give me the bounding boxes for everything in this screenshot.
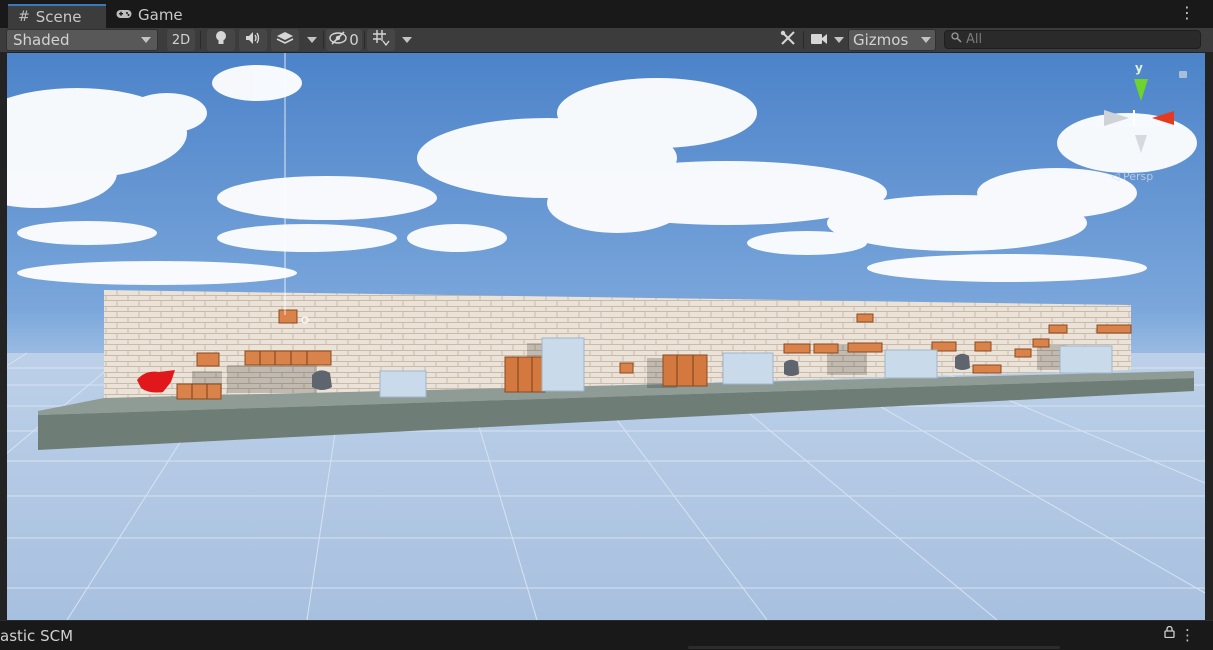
gamepad-icon (116, 7, 132, 23)
ice-block (541, 337, 585, 392)
lighting-toggle[interactable] (207, 29, 235, 51)
scene-viewport[interactable]: y ◁ Persp (7, 53, 1205, 620)
tab-game[interactable]: Game (112, 2, 202, 28)
tab-scene[interactable]: # Scene (8, 4, 106, 28)
separator (364, 31, 365, 49)
tab-menu-kebab-icon[interactable]: ⋮ (1179, 5, 1195, 21)
chevron-down-icon (921, 37, 931, 43)
crate (1096, 324, 1132, 334)
camera-settings-dropdown[interactable] (807, 29, 847, 51)
effects-dropdown[interactable] (302, 29, 322, 51)
crate (244, 350, 332, 366)
scene-visibility-toggle[interactable]: 0 (326, 29, 362, 51)
separator (323, 31, 324, 49)
shading-mode-dropdown[interactable]: Shaded (6, 29, 158, 51)
chevron-down-icon (141, 37, 151, 43)
grid-dropdown[interactable] (397, 29, 417, 51)
crate (504, 356, 546, 393)
hierarchy-search[interactable] (944, 30, 1201, 49)
right-panel-edge (1205, 53, 1213, 620)
audio-icon (245, 31, 261, 49)
effects-icon (276, 31, 294, 49)
tab-bar: # Scene Game ⋮ (0, 0, 1213, 29)
crate (1014, 348, 1032, 358)
chevron-down-icon (307, 37, 317, 43)
tab-scene-label: Scene (35, 8, 82, 26)
visibility-icon (329, 31, 347, 49)
grid-snap-icon (372, 29, 390, 51)
plastic-scm-tab[interactable]: astic SCM (0, 627, 73, 645)
shading-mode-label: Shaded (13, 31, 70, 49)
panel-menu-kebab-icon[interactable]: ⋮ (1180, 626, 1195, 644)
toggle-2d-label: 2D (171, 32, 191, 48)
crate (662, 354, 708, 387)
crate (972, 364, 1002, 374)
scene-toolbar: Shaded 2D 0 Gizmos All (0, 28, 1213, 53)
crate (176, 383, 222, 400)
enemy (955, 353, 970, 370)
crate (1048, 324, 1068, 334)
search-input[interactable] (966, 32, 1186, 47)
grid-icon: # (18, 9, 30, 25)
search-icon (951, 32, 962, 47)
gizmo-y-label: y (1135, 61, 1143, 75)
lightbulb-icon (215, 30, 227, 50)
gizmo-center (1133, 110, 1135, 126)
crate (196, 352, 220, 367)
toggle-2d-button[interactable]: 2D (167, 29, 195, 51)
crate (974, 341, 992, 352)
left-panel-edge (0, 53, 7, 620)
tools-icon (780, 30, 796, 50)
enemy (312, 370, 332, 390)
separator (200, 31, 201, 49)
grid-snap-toggle[interactable] (367, 29, 395, 51)
chevron-down-icon (402, 37, 412, 43)
lock-icon[interactable] (1164, 625, 1175, 642)
enemy (784, 359, 799, 376)
camera-icon (810, 31, 827, 49)
crate (847, 342, 883, 353)
chevron-left-icon: ◁ (1111, 170, 1120, 183)
ice-block (379, 370, 427, 398)
tab-game-label: Game (138, 6, 183, 24)
gizmo-lock-icon (1179, 71, 1187, 78)
separator (803, 31, 804, 49)
crate (856, 313, 874, 323)
crate (783, 343, 811, 354)
gizmos-dropdown[interactable]: Gizmos (848, 29, 936, 51)
audio-toggle[interactable] (239, 29, 267, 51)
effects-toggle[interactable] (271, 29, 299, 51)
tools-button[interactable] (776, 29, 800, 51)
ice-block (722, 352, 774, 385)
crate (619, 362, 634, 374)
hidden-count: 0 (349, 31, 359, 49)
gizmos-label: Gizmos (853, 31, 909, 49)
crate (813, 343, 839, 354)
crate (1032, 338, 1050, 348)
projection-text: Persp (1122, 170, 1154, 183)
projection-label[interactable]: ◁ Persp (1111, 170, 1153, 183)
ice-block (1059, 345, 1113, 374)
chevron-down-icon (833, 37, 844, 43)
ice-block (884, 349, 938, 379)
crate (278, 309, 298, 324)
